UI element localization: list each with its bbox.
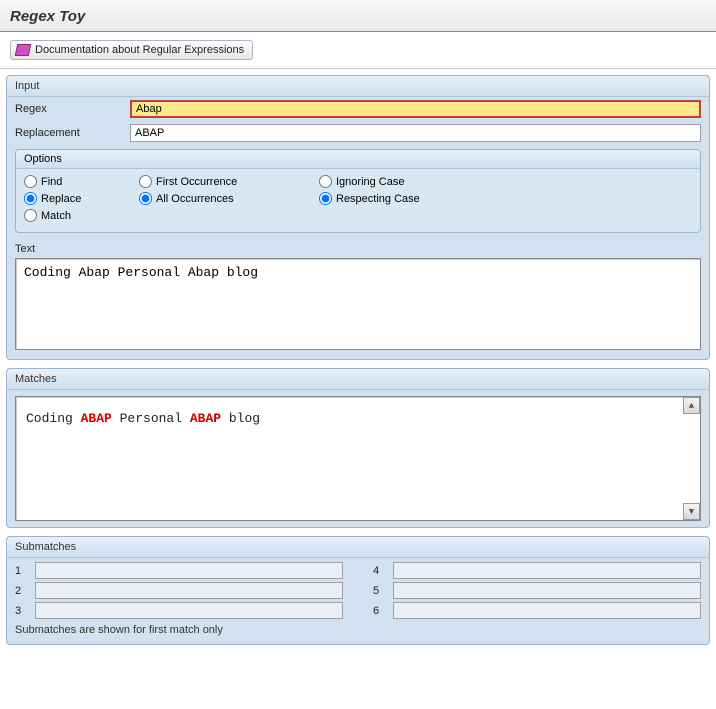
submatch-num: 4 (373, 565, 393, 577)
radio-label[interactable]: Respecting Case (336, 193, 420, 205)
documentation-button-label: Documentation about Regular Expressions (35, 44, 244, 56)
submatch-field-2[interactable] (35, 582, 343, 599)
radio-ignoring-case[interactable] (319, 175, 332, 188)
submatch-field-1[interactable] (35, 562, 343, 579)
submatch-num: 1 (15, 565, 35, 577)
submatch-field-6[interactable] (393, 602, 701, 619)
match-text: Personal (112, 411, 190, 426)
radio-match[interactable] (24, 209, 37, 222)
input-group-title: Input (7, 76, 709, 97)
documentation-button[interactable]: Documentation about Regular Expressions (10, 40, 253, 60)
submatches-group: Submatches 1 4 2 5 3 6 Submatches are shown f… (6, 536, 710, 645)
regex-input[interactable] (130, 100, 701, 118)
match-highlight: ABAP (81, 411, 112, 426)
radio-first-occurrence[interactable] (139, 175, 152, 188)
radio-label[interactable]: Ignoring Case (336, 176, 405, 188)
submatch-num: 6 (373, 605, 393, 617)
radio-label[interactable]: All Occurrences (156, 193, 234, 205)
radio-label[interactable]: Replace (41, 193, 81, 205)
text-input[interactable] (15, 258, 701, 350)
radio-respecting-case[interactable] (319, 192, 332, 205)
submatch-field-4[interactable] (393, 562, 701, 579)
radio-label[interactable]: Find (41, 176, 62, 188)
match-text: blog (221, 411, 260, 426)
page-title: Regex Toy (0, 0, 716, 32)
regex-label: Regex (15, 103, 130, 115)
submatch-field-3[interactable] (35, 602, 343, 619)
scroll-down-button[interactable]: ▼ (683, 503, 700, 520)
book-icon (15, 43, 31, 57)
replacement-label: Replacement (15, 127, 130, 139)
matches-output: ▲ Coding ABAP Personal ABAP blog ▼ (15, 396, 701, 521)
submatch-field-5[interactable] (393, 582, 701, 599)
options-title: Options (16, 150, 700, 169)
submatch-num: 3 (15, 605, 35, 617)
matches-group-title: Matches (7, 369, 709, 390)
radio-all-occurrences[interactable] (139, 192, 152, 205)
match-highlight: ABAP (190, 411, 221, 426)
scroll-up-button[interactable]: ▲ (683, 397, 700, 414)
replacement-input[interactable] (130, 124, 701, 142)
radio-label[interactable]: First Occurrence (156, 176, 237, 188)
options-group: Options Find First Occurrence Ignoring Cas… (15, 149, 701, 233)
match-text: Coding (26, 411, 81, 426)
input-group: Input Regex Replacement Options Find Firs… (6, 75, 710, 360)
submatches-note: Submatches are shown for first match onl… (7, 621, 709, 638)
text-label: Text (7, 233, 709, 258)
submatch-num: 2 (15, 585, 35, 597)
radio-find[interactable] (24, 175, 37, 188)
radio-label[interactable]: Match (41, 210, 71, 222)
matches-group: Matches ▲ Coding ABAP Personal ABAP blog… (6, 368, 710, 528)
submatches-group-title: Submatches (7, 537, 709, 558)
submatch-num: 5 (373, 585, 393, 597)
radio-replace[interactable] (24, 192, 37, 205)
toolbar: Documentation about Regular Expressions (0, 32, 716, 69)
